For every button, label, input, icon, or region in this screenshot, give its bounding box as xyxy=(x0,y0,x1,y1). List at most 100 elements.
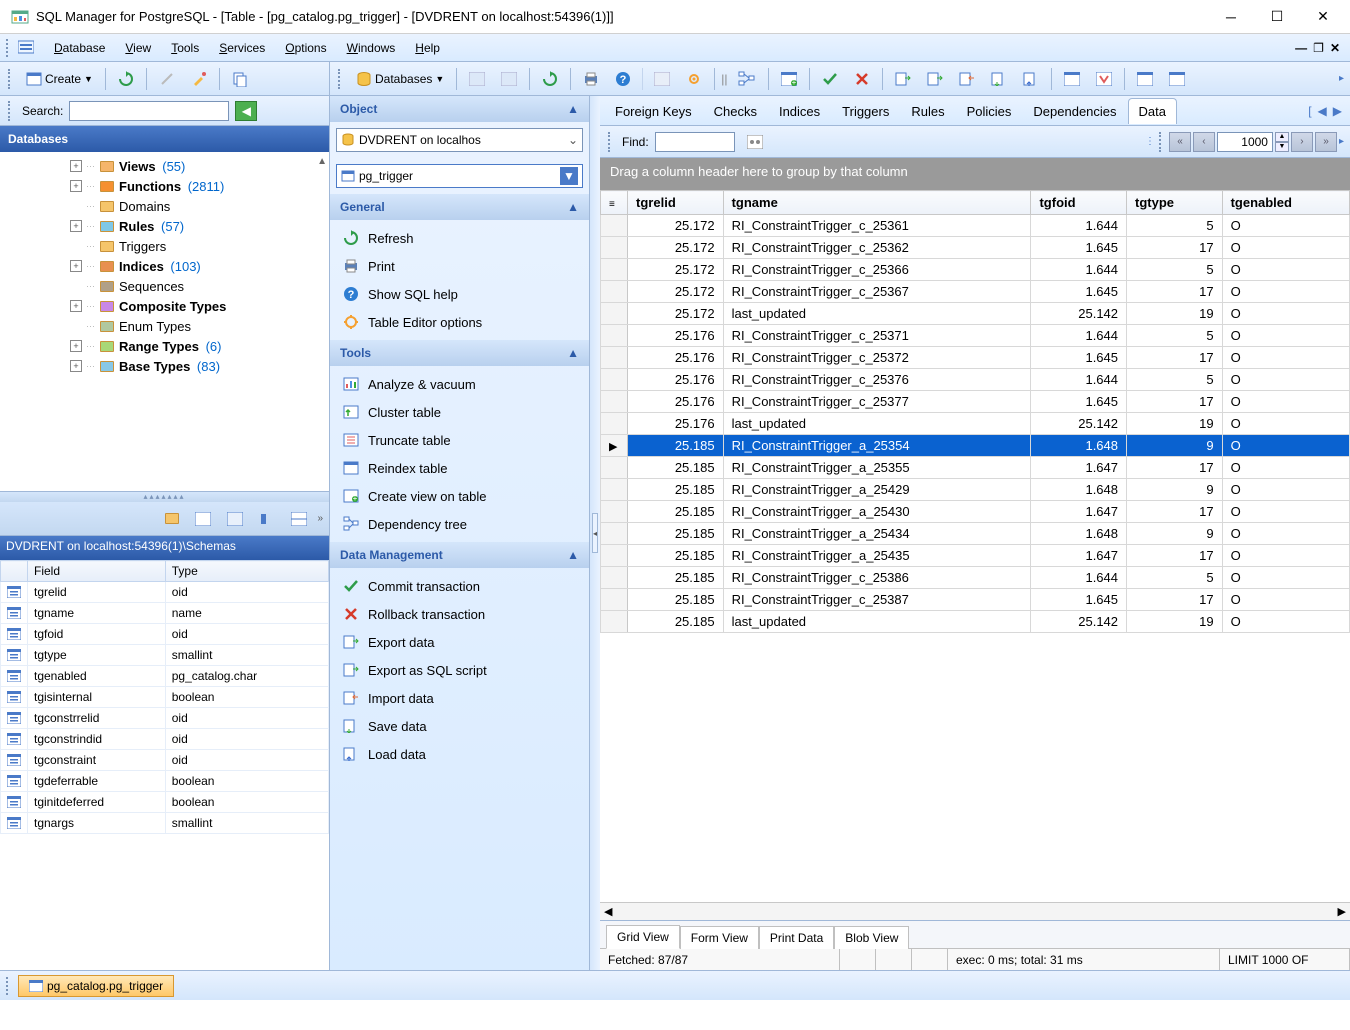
command-item[interactable]: Print xyxy=(330,252,589,280)
view-tab[interactable]: Print Data xyxy=(759,926,834,949)
close-button[interactable]: ✕ xyxy=(1300,1,1346,33)
tree-item[interactable]: ⋯Sequences xyxy=(40,276,329,296)
nav-last-button[interactable]: » xyxy=(1315,132,1337,152)
create-dropdown[interactable]: Create ▼ xyxy=(20,68,99,90)
data-grid[interactable]: ≡tgrelidtgnametgfoidtgtypetgenabled 25.1… xyxy=(600,190,1350,902)
command-item[interactable]: ?Show SQL help xyxy=(330,280,589,308)
column-header-tgrelid[interactable]: tgrelid xyxy=(628,191,724,215)
data-row[interactable]: 25.185 RI_ConstraintTrigger_a_25434 1.64… xyxy=(601,523,1350,545)
menu-help[interactable]: Help xyxy=(405,38,450,58)
data-row[interactable]: 25.185 last_updated 25.142 19 O xyxy=(601,611,1350,633)
save-button[interactable] xyxy=(985,69,1013,89)
splitter-handle[interactable]: ▴▴▴▴▴▴▴ xyxy=(0,492,329,502)
overflow-icon[interactable]: ▸ xyxy=(1339,136,1344,147)
field-grid[interactable]: Field Type tgrelidoidtgnamenametgfoidoid… xyxy=(0,560,329,970)
nav-first-button[interactable]: « xyxy=(1169,132,1191,152)
toolbar-overflow-icon[interactable]: ▸ xyxy=(1339,73,1344,84)
tab-prev-icon[interactable]: ◀ xyxy=(1318,104,1327,118)
help-button[interactable]: ? xyxy=(609,68,637,90)
spinner-down[interactable]: ▼ xyxy=(1275,142,1289,152)
view-tab[interactable]: Form View xyxy=(680,926,759,949)
data-row[interactable]: ▶ 25.185 RI_ConstraintTrigger_a_25354 1.… xyxy=(601,435,1350,457)
tree-item[interactable]: ⋯Enum Types xyxy=(40,316,329,336)
hscroll-right-icon[interactable]: ▶ xyxy=(1338,905,1346,918)
general-section-header[interactable]: General▲ xyxy=(330,194,589,220)
tab-indices[interactable]: Indices xyxy=(768,98,831,124)
breadcrumb-bar[interactable]: DVDRENT on localhost:54396(1)\Schemas xyxy=(0,536,329,560)
view-btn-2[interactable] xyxy=(189,509,217,529)
tree-item[interactable]: +⋯Base Types (83) xyxy=(40,356,329,376)
command-item[interactable]: Export as SQL script xyxy=(330,656,589,684)
view-btn-5[interactable] xyxy=(285,509,313,529)
data-row[interactable]: 25.172 last_updated 25.142 19 O xyxy=(601,303,1350,325)
menu-tools[interactable]: Tools xyxy=(161,38,209,58)
field-row[interactable]: tgtypesmallint xyxy=(1,645,329,666)
rollback-button[interactable] xyxy=(848,68,876,90)
data-row[interactable]: 25.176 RI_ConstraintTrigger_c_25372 1.64… xyxy=(601,347,1350,369)
command-item[interactable]: Analyze & vacuum xyxy=(330,370,589,398)
find-input[interactable] xyxy=(655,132,735,152)
tree-item[interactable]: +⋯Views (55) xyxy=(40,156,329,176)
field-row[interactable]: tgconstraintoid xyxy=(1,750,329,771)
menu-windows[interactable]: Windows xyxy=(337,38,406,58)
tool-button-2[interactable] xyxy=(185,68,213,90)
options-button[interactable] xyxy=(680,68,708,90)
field-row[interactable]: tgisinternalboolean xyxy=(1,687,329,708)
column-header-tgenabled[interactable]: tgenabled xyxy=(1222,191,1349,215)
find-options-button[interactable] xyxy=(741,132,769,152)
field-row[interactable]: tgnamename xyxy=(1,603,329,624)
column-header-tgname[interactable]: tgname xyxy=(723,191,1031,215)
tree-item[interactable]: +⋯Composite Types xyxy=(40,296,329,316)
export-sql-button[interactable] xyxy=(921,69,949,89)
data-row[interactable]: 25.172 RI_ConstraintTrigger_c_25362 1.64… xyxy=(601,237,1350,259)
command-item[interactable]: Commit transaction xyxy=(330,572,589,600)
expand-icon[interactable]: + xyxy=(70,340,82,352)
command-item[interactable]: Truncate table xyxy=(330,426,589,454)
tree-item[interactable]: +⋯Functions (2811) xyxy=(40,176,329,196)
menu-services[interactable]: Services xyxy=(209,38,275,58)
field-row[interactable]: tgdeferrableboolean xyxy=(1,771,329,792)
menu-options[interactable]: Options xyxy=(275,38,336,58)
expand-icon[interactable]: + xyxy=(70,300,82,312)
tool-button-1[interactable] xyxy=(153,68,181,90)
data-row[interactable]: 25.185 RI_ConstraintTrigger_a_25435 1.64… xyxy=(601,545,1350,567)
command-item[interactable]: +Create view on table xyxy=(330,482,589,510)
tab-overflow-icon[interactable]: [ xyxy=(1308,104,1311,118)
data-row[interactable]: 25.176 last_updated 25.142 19 O xyxy=(601,413,1350,435)
refresh-button[interactable] xyxy=(536,68,564,90)
hscroll-left-icon[interactable]: ◀ xyxy=(604,905,612,918)
overflow-icon[interactable]: » xyxy=(317,513,323,524)
tab-policies[interactable]: Policies xyxy=(956,98,1023,124)
tab-dependencies[interactable]: Dependencies xyxy=(1022,98,1127,124)
scroll-up-icon[interactable]: ▲ xyxy=(317,156,327,167)
mdi-restore-icon[interactable]: ❐ xyxy=(1313,41,1324,55)
expand-icon[interactable]: + xyxy=(70,180,82,192)
data-row[interactable]: 25.185 RI_ConstraintTrigger_a_25429 1.64… xyxy=(601,479,1350,501)
data-mgmt-section-header[interactable]: Data Management▲ xyxy=(330,542,589,568)
database-combo[interactable]: DVDRENT on localhos⌄ xyxy=(336,128,583,152)
field-row[interactable]: tgconstrindidoid xyxy=(1,729,329,750)
data-row[interactable]: 25.176 RI_ConstraintTrigger_c_25377 1.64… xyxy=(601,391,1350,413)
tb-btn[interactable] xyxy=(648,69,676,89)
databases-dropdown[interactable]: Databases ▼ xyxy=(350,68,450,90)
column-header-tgtype[interactable]: tgtype xyxy=(1127,191,1223,215)
tb-btn[interactable] xyxy=(463,69,491,89)
view-btn-4[interactable] xyxy=(253,509,281,529)
tb-btn[interactable] xyxy=(495,69,523,89)
field-row[interactable]: tginitdeferredboolean xyxy=(1,792,329,813)
data-row[interactable]: 25.185 RI_ConstraintTrigger_a_25430 1.64… xyxy=(601,501,1350,523)
tb-btn[interactable] xyxy=(1163,69,1191,89)
col-type[interactable]: Type xyxy=(165,561,328,582)
export-button[interactable] xyxy=(889,69,917,89)
field-row[interactable]: tgfoidoid xyxy=(1,624,329,645)
tree-item[interactable]: +⋯Rules (57) xyxy=(40,216,329,236)
command-item[interactable]: Reindex table xyxy=(330,454,589,482)
menu-database[interactable]: Database xyxy=(44,38,115,58)
spinner-up[interactable]: ▲ xyxy=(1275,132,1289,142)
tab-rules[interactable]: Rules xyxy=(900,98,955,124)
import-button[interactable] xyxy=(953,69,981,89)
maximize-button[interactable]: ☐ xyxy=(1254,1,1300,33)
tree-item[interactable]: +⋯Indices (103) xyxy=(40,256,329,276)
tab-data[interactable]: Data xyxy=(1128,98,1177,124)
field-row[interactable]: tgnargssmallint xyxy=(1,813,329,834)
